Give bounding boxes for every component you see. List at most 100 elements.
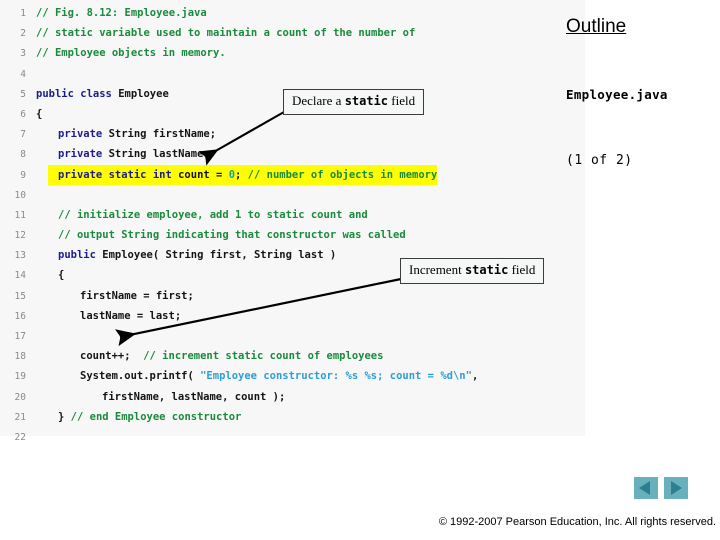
callout-declare-keyword: static [344,94,389,108]
code-line: 7 private String firstName; [0,124,585,144]
code-line: 4 [0,64,585,84]
code-token: // static variable used to maintain a co… [36,27,416,40]
code-line-text: // static variable used to maintain a co… [26,23,415,43]
code-token: firstName, lastName, count ); [102,390,286,403]
code-line: 2 // static variable used to maintain a c… [0,23,585,43]
code-line: 21} // end Employee constructor [0,407,585,427]
code-line-number: 17 [14,331,26,342]
callout-declare-static-field: Declare a static field [283,89,425,115]
callout-declare-suffix: field [388,93,416,108]
next-slide-button[interactable] [664,477,688,499]
code-line-number: 12 [14,230,26,242]
code-token: Employee [118,87,169,100]
code-line: 19 System.out.printf( "Employee construct… [0,366,585,386]
code-token: count = [178,168,229,181]
callout-increment-prefix: Increment [409,262,465,277]
code-line-number: 16 [14,310,26,322]
code-line-text: firstName, lastName, count ); [92,387,285,407]
code-token: // output String indicating that constru… [58,229,406,242]
outline-filename: Employee.java [566,87,668,102]
code-line-text: private String lastName; [48,144,210,164]
code-token: // increment static count of employees [143,350,384,363]
code-token: ; [235,168,248,181]
code-line-number: 19 [14,371,26,383]
code-line-text: lastName = last; [70,306,181,326]
code-line: 17 [0,326,585,346]
code-line-text: firstName = first; [70,286,194,306]
code-line-number: 14 [14,270,26,282]
code-line: 3 // Employee objects in memory. [0,43,585,63]
code-line: 15 firstName = first; [0,286,585,306]
code-line-number: 13 [14,250,26,262]
code-line-number: 4 [20,68,26,80]
code-line-text: // Employee objects in memory. [26,43,226,63]
code-line-number: 1 [20,8,26,19]
code-line-number: 18 [14,351,26,363]
code-token: { [36,107,43,120]
code-line-number: 11 [14,209,26,221]
code-line-number: 21 [14,411,26,423]
code-token: private [58,128,109,141]
callout-increment-keyword: static [464,263,509,277]
code-token: firstName = first; [80,289,194,302]
code-line-text: count++; // increment static count of em… [70,346,383,366]
code-line-number: 7 [20,129,26,141]
copyright-notice: © 1992-2007 Pearson Education, Inc. All … [438,516,716,528]
code-line: 16 lastName = last; [0,306,585,326]
code-line-text: public Employee( String first, String la… [48,245,336,265]
code-line-text: // Fig. 8.12: Employee.java [26,3,207,23]
code-line-text: } // end Employee constructor [48,407,241,427]
code-line: 18 count++; // increment static count of … [0,346,585,366]
code-line: 11 // initialize employee, add 1 to stati… [0,205,585,225]
java-code-listing: 1 // Fig. 8.12: Employee.java 2 // static v… [0,3,585,447]
code-token: private [58,148,109,161]
code-line-number: 22 [14,431,26,443]
code-line: 9 private static int count = 0; // number… [0,164,585,185]
code-token: lastName = last; [80,309,182,322]
code-listing-panel: 1 // Fig. 8.12: Employee.java 2 // static v… [0,0,585,443]
code-token: private static int [58,168,179,181]
code-line: 12 // output String indicating that const… [0,225,585,245]
code-line-number: 10 [14,189,26,201]
code-line-text: private String firstName; [48,124,216,144]
code-line-number: 20 [14,391,26,403]
code-line-text: // initialize employee, add 1 to static … [48,205,368,225]
code-line-number: 9 [20,169,26,181]
code-token: count++; [80,350,144,363]
code-line-number: 6 [20,108,26,120]
code-line: 20 firstName, lastName, count ); [0,387,585,407]
outline-heading: Outline [566,16,627,37]
previous-slide-button[interactable] [634,477,658,499]
code-line-text: // output String indicating that constru… [48,225,406,245]
slide-canvas: 1 // Fig. 8.12: Employee.java 2 // static v… [0,0,720,540]
code-token: , [471,370,479,383]
code-line-number: 2 [20,28,26,40]
code-token: } [58,410,71,423]
code-line-text: private static int count = 0; // number … [48,164,438,185]
callout-increment-static-field: Increment static field [400,258,545,284]
code-token: // Fig. 8.12: Employee.java [36,7,207,19]
code-token: { [58,269,65,282]
code-line-number: 3 [20,48,26,60]
code-token: // Employee objects in memory. [36,47,226,60]
code-line-number: 5 [20,88,26,100]
code-token: // initialize employee, add 1 to static … [58,208,368,221]
slide-navigation [634,477,690,501]
code-token: // number of objects in memory [247,168,438,181]
code-line: 10 [0,185,585,205]
code-line: 8 private String lastName; [0,144,585,164]
code-line-number: 15 [14,290,26,302]
code-token: // end Employee constructor [70,410,242,423]
code-line-number: 8 [20,149,26,161]
code-line-text: System.out.printf( "Employee constructor… [70,366,478,386]
code-token: Employee( String first, String last ) [102,249,337,262]
outline-page-info: (1 of 2) [566,153,633,168]
code-line-text: { [26,104,42,124]
callout-increment-suffix: field [508,262,536,277]
code-token: String firstName; [108,128,217,141]
code-token: System.out.printf( [80,370,201,383]
